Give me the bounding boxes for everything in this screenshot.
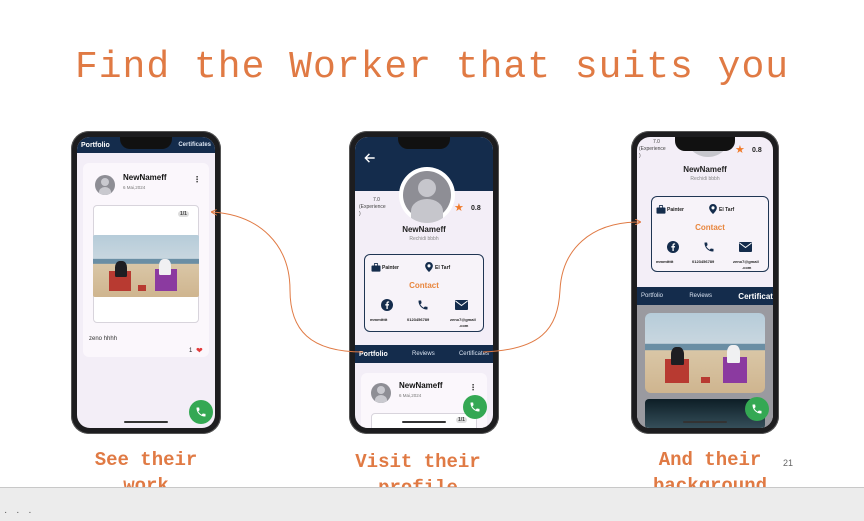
phone-notch (675, 137, 735, 151)
caption-line: Visit their (355, 451, 481, 473)
arrow-certificates-to-background (482, 222, 640, 353)
connector-arrows (0, 0, 864, 353)
call-button[interactable] (745, 397, 769, 421)
phone-icon (752, 404, 762, 414)
home-indicator (402, 421, 446, 423)
phone-icon (196, 407, 206, 417)
arrow-portfolio-to-work (212, 212, 364, 353)
home-indicator (124, 421, 168, 423)
phone-notch (398, 137, 450, 149)
call-button[interactable] (463, 395, 487, 419)
call-button[interactable] (189, 400, 213, 424)
more-options-icon[interactable]: · · · (4, 507, 35, 518)
home-indicator (683, 421, 727, 423)
phone-notch (120, 137, 172, 149)
phone-icon (470, 402, 480, 412)
presentation-bottom-bar: · · · (0, 487, 864, 521)
caption-line: See their (94, 449, 198, 471)
caption-line: And their (658, 449, 762, 471)
page-number: 21 (783, 458, 794, 468)
